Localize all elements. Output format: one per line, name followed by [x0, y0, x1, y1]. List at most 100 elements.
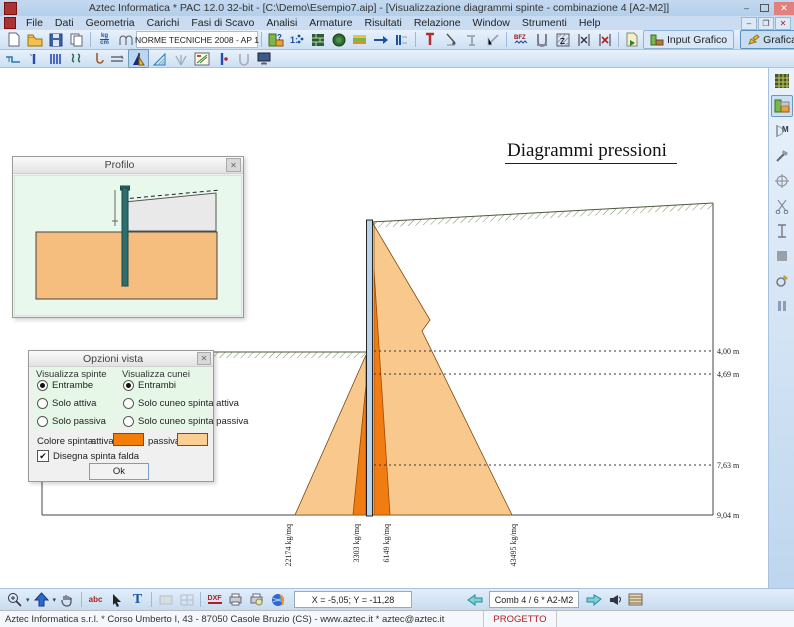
radio-entrambe[interactable]: Entrambe: [37, 380, 93, 391]
pause-view-button[interactable]: [771, 295, 793, 317]
attiva-color-swatch[interactable]: [113, 433, 144, 446]
print-setup-button[interactable]: [225, 590, 246, 609]
anchor-hook-button[interactable]: [86, 49, 107, 68]
opzioni-close-button[interactable]: ✕: [197, 352, 211, 365]
wall-layers-button[interactable]: [771, 95, 793, 117]
displacement-button[interactable]: [170, 49, 191, 68]
menu-item-window[interactable]: Window: [467, 17, 516, 29]
text-button[interactable]: T: [127, 590, 148, 609]
settings-button[interactable]: [771, 270, 793, 292]
opzioni-vista-dialog[interactable]: Opzioni vista ✕ Visualizza spinte Visual…: [28, 350, 214, 482]
geometry-data-button[interactable]: ?: [265, 30, 286, 49]
opzioni-title-bar[interactable]: Opzioni vista ✕: [29, 351, 213, 367]
mdi-close-button[interactable]: ✕: [775, 17, 791, 30]
fill-button[interactable]: [771, 245, 793, 267]
pile-section-button[interactable]: [419, 30, 440, 49]
menu-item-dati[interactable]: Dati: [49, 17, 80, 29]
dxf-export-button[interactable]: DXF: [204, 590, 225, 609]
monitor-button[interactable]: [254, 49, 275, 68]
material-circle-button[interactable]: [328, 30, 349, 49]
report-button[interactable]: [625, 590, 646, 609]
open-file-button[interactable]: [24, 30, 45, 49]
radio-solo-attiva[interactable]: Solo attiva: [37, 398, 96, 409]
menu-item-geometria[interactable]: Geometria: [80, 17, 141, 29]
target-button[interactable]: [771, 170, 793, 192]
scale-button[interactable]: 1:: [286, 30, 307, 49]
mdi-restore-button[interactable]: ❐: [758, 17, 774, 30]
anchors-button[interactable]: [461, 30, 482, 49]
menu-item-help[interactable]: Help: [573, 17, 607, 29]
wall-section-button[interactable]: [391, 30, 412, 49]
clamp-button[interactable]: [531, 30, 552, 49]
radio-entrambi[interactable]: Entrambi: [123, 380, 176, 391]
menu-item-fasi-di-scavo[interactable]: Fasi di Scavo: [185, 17, 260, 29]
wedge-view-button[interactable]: [149, 49, 170, 68]
profilo-panel[interactable]: Profilo ✕: [12, 156, 244, 318]
font-button[interactable]: abc: [85, 590, 106, 609]
grid-view-button[interactable]: [771, 70, 793, 92]
double-tie-button[interactable]: [107, 49, 128, 68]
prev-combination-button[interactable]: [464, 590, 485, 609]
load-arrow-button[interactable]: [370, 30, 391, 49]
grafica-button[interactable]: Grafica: [740, 30, 794, 49]
menu-item-carichi[interactable]: Carichi: [141, 17, 186, 29]
new-file-button[interactable]: [3, 30, 24, 49]
print-preview-button[interactable]: [246, 590, 267, 609]
ok-button[interactable]: Ok: [89, 463, 149, 480]
norme-tecniche-select[interactable]: NORME TECNICHE 2008 - AP 1: [136, 31, 258, 48]
menu-item-file[interactable]: File: [20, 17, 49, 29]
drawing-canvas[interactable]: 4,00 m 4,69 m 7,63 m 9,04 m 22174 kg/mq …: [0, 68, 768, 588]
cut-button[interactable]: [771, 195, 793, 217]
framed-view-button[interactable]: [191, 49, 212, 68]
tie-rods-button[interactable]: [65, 49, 86, 68]
section-bars-button[interactable]: [44, 49, 65, 68]
passiva-color-swatch[interactable]: [177, 433, 208, 446]
spring-analysis-button[interactable]: BFZ: [510, 30, 531, 49]
hatch-z-button[interactable]: Z: [552, 30, 573, 49]
combination-select[interactable]: Comb 4 / 6 * A2-M2: [489, 591, 579, 608]
mdi-minimize-button[interactable]: –: [741, 17, 757, 30]
menu-item-relazione[interactable]: Relazione: [408, 17, 467, 29]
pile-load-button[interactable]: [440, 30, 461, 49]
web-button[interactable]: [267, 590, 288, 609]
copy-button[interactable]: [66, 30, 87, 49]
verify-x-button[interactable]: [573, 30, 594, 49]
wall-view-button[interactable]: [23, 49, 44, 68]
units-button[interactable]: kgcm: [94, 30, 115, 49]
struts-button[interactable]: [482, 30, 503, 49]
verify-x-red-button[interactable]: [594, 30, 615, 49]
select-button[interactable]: [106, 590, 127, 609]
soil-layers-button[interactable]: [349, 30, 370, 49]
profilo-title-bar[interactable]: Profilo ✕: [13, 157, 243, 174]
close-button[interactable]: ✕: [774, 2, 794, 15]
zoom-button[interactable]: [4, 590, 25, 609]
minimize-button[interactable]: –: [738, 2, 755, 15]
profilo-close-button[interactable]: ✕: [226, 158, 241, 172]
radio-cuneo-attiva[interactable]: Solo cuneo spinta attiva: [123, 398, 239, 409]
pressure-diagrams-button[interactable]: [128, 49, 149, 68]
menu-item-risultati[interactable]: Risultati: [358, 17, 407, 29]
zoom-dropdown-icon[interactable]: ▾: [26, 596, 30, 604]
menu-item-armature[interactable]: Armature: [303, 17, 358, 29]
pan-button[interactable]: [57, 590, 78, 609]
announce-button[interactable]: [604, 590, 625, 609]
maximize-button[interactable]: [756, 2, 773, 15]
bar-dot-button[interactable]: [212, 49, 233, 68]
dimension-button[interactable]: [771, 220, 793, 242]
moment-diagram-button[interactable]: M: [771, 120, 793, 142]
profile-view-button[interactable]: [2, 49, 23, 68]
next-combination-button[interactable]: [583, 590, 604, 609]
normative-button[interactable]: [115, 30, 136, 49]
extents-dropdown-icon[interactable]: ▾: [53, 596, 57, 604]
material-bricks-button[interactable]: [307, 30, 328, 49]
menu-item-analisi[interactable]: Analisi: [260, 17, 303, 29]
radio-solo-passiva[interactable]: Solo passiva: [37, 416, 106, 427]
save-button[interactable]: [45, 30, 66, 49]
checkbox-disegna-falda[interactable]: ✔ Disegna spinta falda: [37, 450, 139, 462]
tools-button[interactable]: [771, 145, 793, 167]
zoom-extents-button[interactable]: [31, 590, 52, 609]
input-grafico-button[interactable]: Input Grafico: [643, 30, 734, 49]
radio-cuneo-passiva[interactable]: Solo cuneo spinta passiva: [123, 416, 248, 427]
clamp2-button[interactable]: [233, 49, 254, 68]
menu-item-strumenti[interactable]: Strumenti: [516, 17, 573, 29]
